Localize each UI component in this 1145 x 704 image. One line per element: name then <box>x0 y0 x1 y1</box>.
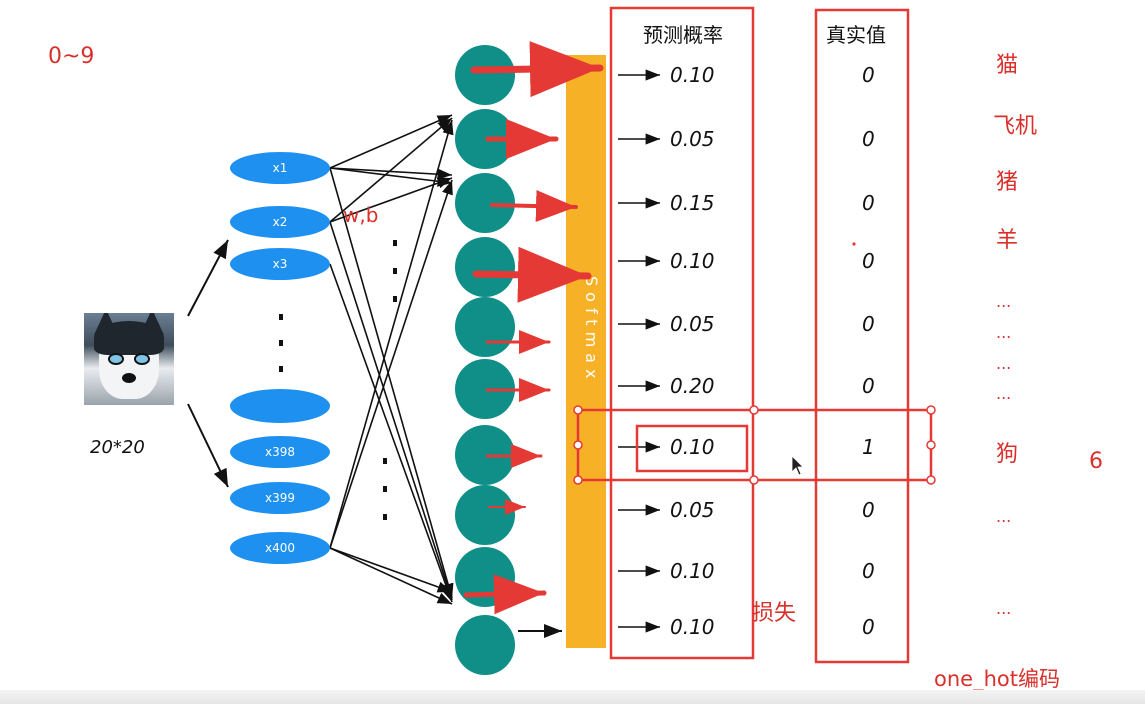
probability-value: 0.10 <box>670 615 715 639</box>
class-label-list: 猫 飞机 猪 羊 ... ... ... ... 狗 ... ... <box>993 53 1037 618</box>
true-value: 0 <box>862 559 875 583</box>
true-value: 1 <box>862 435 875 459</box>
photo-to-x399-arrow <box>187 403 229 488</box>
probability-value: 0.10 <box>670 249 715 273</box>
selected-row-highlight[interactable] <box>576 408 933 482</box>
output-node <box>455 297 515 357</box>
husky-photo <box>84 313 174 405</box>
mouse-cursor-icon <box>791 455 804 476</box>
output-node <box>455 547 515 607</box>
class-label: 狗 <box>996 442 1018 467</box>
class-label: ... <box>996 507 1011 526</box>
class-label: ... <box>996 599 1011 618</box>
softmax-label: Softmax <box>582 276 601 384</box>
probability-value: 0.20 <box>670 374 715 398</box>
class-label: 猪 <box>996 170 1018 195</box>
ellipsis-dots <box>279 240 397 520</box>
true-value: 0 <box>862 374 875 398</box>
probability-value: 0.10 <box>670 63 715 87</box>
probability-value: 0.10 <box>670 559 715 583</box>
class-range-label: 0~9 <box>48 44 94 69</box>
husky-eye-right <box>134 353 150 365</box>
true-value: 0 <box>862 63 875 87</box>
class-label: 飞机 <box>993 114 1037 139</box>
probability-value: 0.05 <box>670 498 715 522</box>
husky-ear-left <box>94 313 118 335</box>
class-label: ... <box>996 384 1011 403</box>
true-value: 0 <box>862 312 875 336</box>
output-node <box>455 173 515 233</box>
class-label: ... <box>996 323 1011 342</box>
probability-value: 0.10 <box>670 435 715 459</box>
input-size-label: 20*20 <box>90 437 145 458</box>
probability-value: 0.05 <box>670 312 715 336</box>
input-node <box>230 389 330 423</box>
encoding-label: one_hot编码 <box>934 667 1060 692</box>
class-label: 羊 <box>996 228 1018 253</box>
probability-list: 0.10 0.05 0.15 0.10 0.05 0.20 0.10 0.05 … <box>618 63 715 639</box>
bottom-strip <box>0 690 1145 704</box>
output-node <box>455 485 515 545</box>
husky-nose <box>122 373 136 383</box>
prediction-header: 预测概率 <box>643 23 723 47</box>
true-value: 0 <box>862 249 875 273</box>
class-label: ... <box>996 292 1011 311</box>
probability-value: 0.15 <box>670 191 715 215</box>
input-node-label: x398 <box>265 445 295 459</box>
true-value-header: 真实值 <box>826 23 886 47</box>
weights-label: w,b <box>343 203 378 227</box>
weight-connections <box>329 114 454 605</box>
input-node-label: x2 <box>273 215 288 229</box>
dog-index-label: 6 <box>1089 449 1103 474</box>
stray-dot <box>852 242 856 246</box>
input-node-label: x3 <box>273 257 288 271</box>
husky-eye-left <box>108 353 124 365</box>
input-node-label: x399 <box>265 491 295 505</box>
output-node <box>455 237 515 297</box>
output-node <box>455 45 515 105</box>
class-label: 猫 <box>996 53 1018 78</box>
true-value: 0 <box>862 191 875 215</box>
photo-to-x2-arrow <box>187 239 229 317</box>
input-node-label: x400 <box>265 541 295 555</box>
output-node <box>455 615 515 675</box>
input-layer: x1 x2 x3 x398 x399 x400 <box>230 152 330 564</box>
husky-ear-right <box>140 313 164 335</box>
input-node-label: x1 <box>273 161 288 175</box>
probability-value: 0.05 <box>670 127 715 151</box>
class-label: ... <box>996 354 1011 373</box>
true-value: 0 <box>862 498 875 522</box>
true-value: 0 <box>862 127 875 151</box>
selection-handles[interactable] <box>573 405 936 485</box>
true-value: 0 <box>862 615 875 639</box>
true-value-list: 0 0 0 0 0 0 1 0 0 0 <box>862 63 875 639</box>
loss-label: 损失 <box>752 601 796 626</box>
